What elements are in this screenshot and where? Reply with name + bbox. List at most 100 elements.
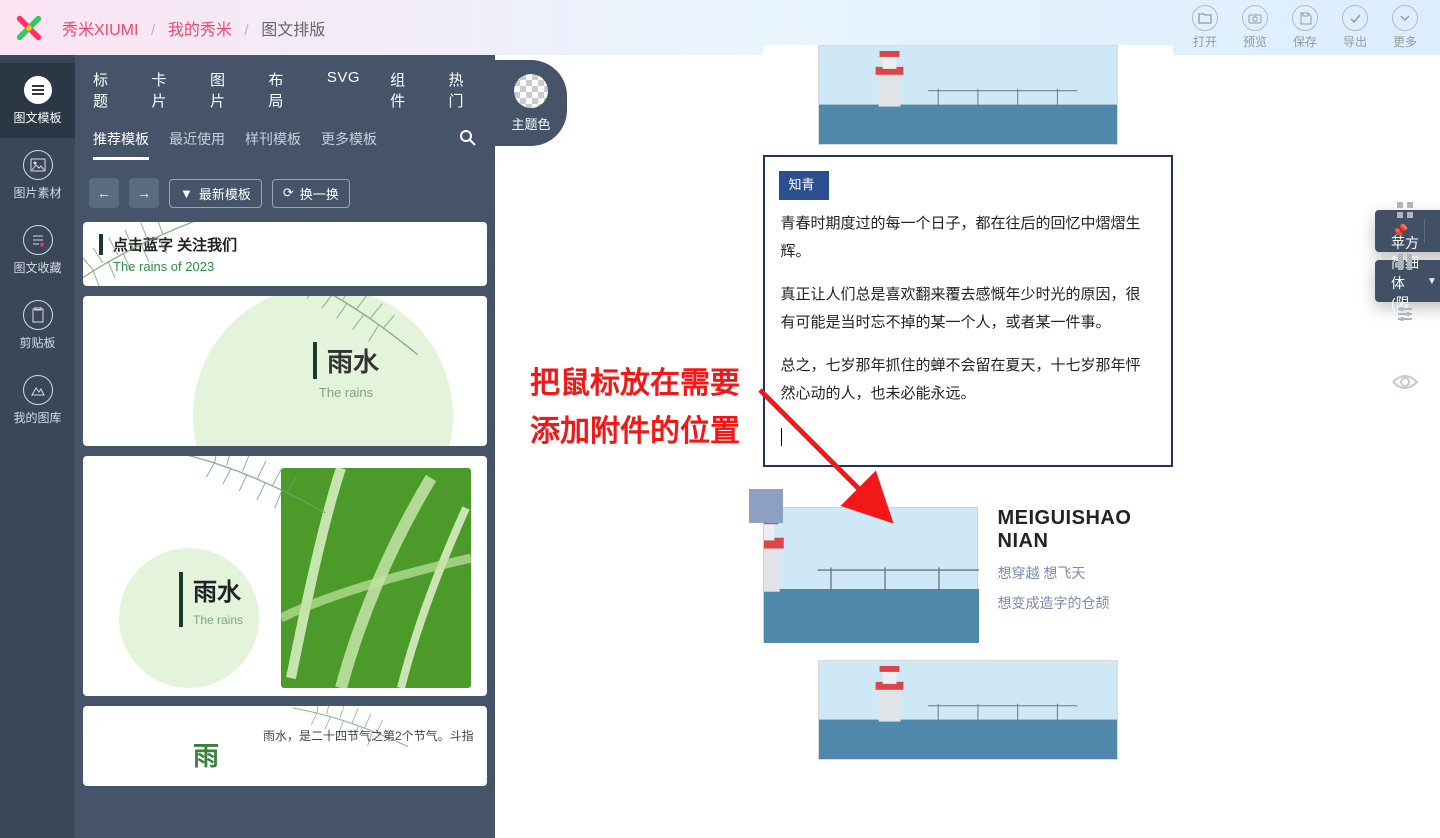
list-star-icon <box>23 225 53 255</box>
newest-templates-button[interactable]: ▼ 最新模板 <box>169 179 262 208</box>
breadcrumb-sep: / <box>151 22 155 39</box>
template-subtext: The rains of 2023 <box>99 259 471 274</box>
save-icon <box>1292 5 1318 31</box>
cat-image[interactable]: 图片 <box>210 69 238 111</box>
lines-icon <box>23 75 53 105</box>
rail-clipboard[interactable]: 剪贴板 <box>0 288 75 363</box>
columns-icon[interactable] <box>1390 247 1420 277</box>
breadcrumb-sep: / <box>244 22 248 39</box>
template-card[interactable]: 雨水 The rains <box>83 456 487 696</box>
copy-button[interactable]: 复制▼ <box>1425 210 1440 252</box>
grid-icon[interactable] <box>1390 195 1420 225</box>
cat-layout[interactable]: 布局 <box>268 69 296 111</box>
rail-label: 图文模板 <box>13 109 61 126</box>
category-tabs: 标题 卡片 图片 布局 SVG 组件 热门 <box>75 55 495 117</box>
settings-icon[interactable] <box>1390 299 1420 329</box>
template-list[interactable]: 点击蓝字 关注我们 The rains of 2023 雨水 The rains… <box>75 222 495 838</box>
cat-svg[interactable]: SVG <box>327 69 360 111</box>
brand-logo-icon <box>14 13 44 43</box>
button-label: 换一换 <box>300 184 339 203</box>
theme-color-button[interactable]: 主题色 <box>495 60 567 146</box>
subcategory-tabs: 推荐模板 最近使用 样刊模板 更多模板 <box>75 117 495 170</box>
chevron-down-icon <box>1392 5 1418 31</box>
sub-recent[interactable]: 最近使用 <box>169 129 225 160</box>
template-title: 雨水 <box>193 572 243 607</box>
template-photo <box>281 468 471 688</box>
cat-card[interactable]: 卡片 <box>151 69 179 111</box>
template-desc: 雨水，是二十四节气之第2个节气。斗指 <box>263 726 487 746</box>
rail-label: 剪贴板 <box>19 334 55 351</box>
cat-hot[interactable]: 热门 <box>449 69 477 111</box>
button-label: 主题色 <box>511 114 550 133</box>
canvas-side-tools <box>1390 195 1420 397</box>
block-sub: 想穿越 想飞天 <box>998 563 1132 583</box>
rail-image-asset[interactable]: 图片素材 <box>0 138 75 213</box>
section-tag: 知青 <box>779 171 829 200</box>
preview-eye-icon[interactable] <box>1390 367 1420 397</box>
top-right-actions: 打开 预览 保存 导出 更多 <box>1192 5 1426 50</box>
block-heading: NIAN <box>998 530 1132 553</box>
search-icon[interactable] <box>459 129 477 160</box>
action-label: 预览 <box>1243 33 1267 50</box>
template-card[interactable]: 雨 雨水，是二十四节气之第2个节气。斗指 <box>83 706 487 786</box>
nav-forward-button[interactable]: → <box>129 178 159 208</box>
image-icon <box>23 150 53 180</box>
mountain-icon <box>23 375 53 405</box>
check-icon <box>1342 5 1368 31</box>
template-subtext: The rains <box>313 385 379 400</box>
rail-label: 我的图库 <box>13 409 61 426</box>
transparency-icon <box>514 74 548 108</box>
refresh-icon: ⟳ <box>283 185 294 201</box>
action-save[interactable]: 保存 <box>1292 5 1318 50</box>
top-bar: 秀米XIUMI / 我的秀米 / 图文排版 打开 预览 保存 导出 更多 <box>0 0 1440 55</box>
rail-label: 图片素材 <box>13 184 61 201</box>
side-rail: 图文模板 图片素材 图文收藏 剪贴板 我的图库 <box>0 55 75 838</box>
annotation-text: 把鼠标放在需要 添加附件的位置 <box>530 360 740 456</box>
rail-text-fav[interactable]: 图文收藏 <box>0 213 75 288</box>
camera-icon <box>1242 5 1268 31</box>
rail-label: 图文收藏 <box>13 259 61 276</box>
breadcrumb-brand[interactable]: 秀米XIUMI <box>62 22 138 39</box>
nav-back-button[interactable]: ← <box>89 178 119 208</box>
chevron-down-icon: ▼ <box>1427 276 1437 287</box>
annotation-line: 添加附件的位置 <box>530 408 740 456</box>
cat-component[interactable]: 组件 <box>390 69 418 111</box>
block-sub: 想变成造字的仓颉 <box>998 593 1132 613</box>
breadcrumb-current: 图文排版 <box>261 22 325 39</box>
action-more[interactable]: 更多 <box>1392 5 1418 50</box>
template-panel: 标题 卡片 图片 布局 SVG 组件 热门 推荐模板 最近使用 样刊模板 更多模… <box>75 55 495 838</box>
action-label: 导出 <box>1343 33 1367 50</box>
clipboard-icon <box>23 300 53 330</box>
filter-icon: ▼ <box>180 186 193 201</box>
action-label: 打开 <box>1193 33 1217 50</box>
action-preview[interactable]: 预览 <box>1242 5 1268 50</box>
template-title: 雨水 <box>327 347 379 377</box>
template-card[interactable]: 点击蓝字 关注我们 The rains of 2023 <box>83 222 487 286</box>
action-label: 保存 <box>1293 33 1317 50</box>
hero-image[interactable] <box>818 45 1118 145</box>
annotation-line: 把鼠标放在需要 <box>530 360 740 408</box>
template-toolrow: ← → ▼ 最新模板 ⟳ 换一换 <box>75 170 495 222</box>
action-label: 更多 <box>1393 33 1417 50</box>
rail-text-template[interactable]: 图文模板 <box>0 63 75 138</box>
breadcrumb-mine[interactable]: 我的秀米 <box>168 22 232 39</box>
sub-more[interactable]: 更多模板 <box>321 129 377 160</box>
template-card[interactable]: 雨水 The rains <box>83 296 487 446</box>
block-heading: MEIGUISHAO <box>998 507 1132 530</box>
annotation-arrow-icon <box>750 380 920 550</box>
template-subtext: The rains <box>193 613 243 627</box>
sub-sample[interactable]: 样刊模板 <box>245 129 301 160</box>
template-tag: 雨 <box>193 736 219 773</box>
paragraph[interactable]: 青春时期度过的每一个日子，都在往后的回忆中熠熠生辉。 <box>781 210 1155 267</box>
breadcrumb: 秀米XIUMI / 我的秀米 / 图文排版 <box>62 16 325 40</box>
folder-icon <box>1192 5 1218 31</box>
paragraph[interactable]: 真正让人们总是喜欢翻来覆去感慨年少时光的原因，很有可能是当时忘不掉的某一个人，或… <box>781 281 1155 338</box>
hero-image[interactable] <box>818 660 1118 760</box>
sub-recommended[interactable]: 推荐模板 <box>93 129 149 160</box>
action-open[interactable]: 打开 <box>1192 5 1218 50</box>
cat-title[interactable]: 标题 <box>93 69 121 111</box>
button-label: 最新模板 <box>199 184 251 203</box>
shuffle-button[interactable]: ⟳ 换一换 <box>272 179 350 208</box>
action-export[interactable]: 导出 <box>1342 5 1368 50</box>
rail-my-gallery[interactable]: 我的图库 <box>0 363 75 438</box>
